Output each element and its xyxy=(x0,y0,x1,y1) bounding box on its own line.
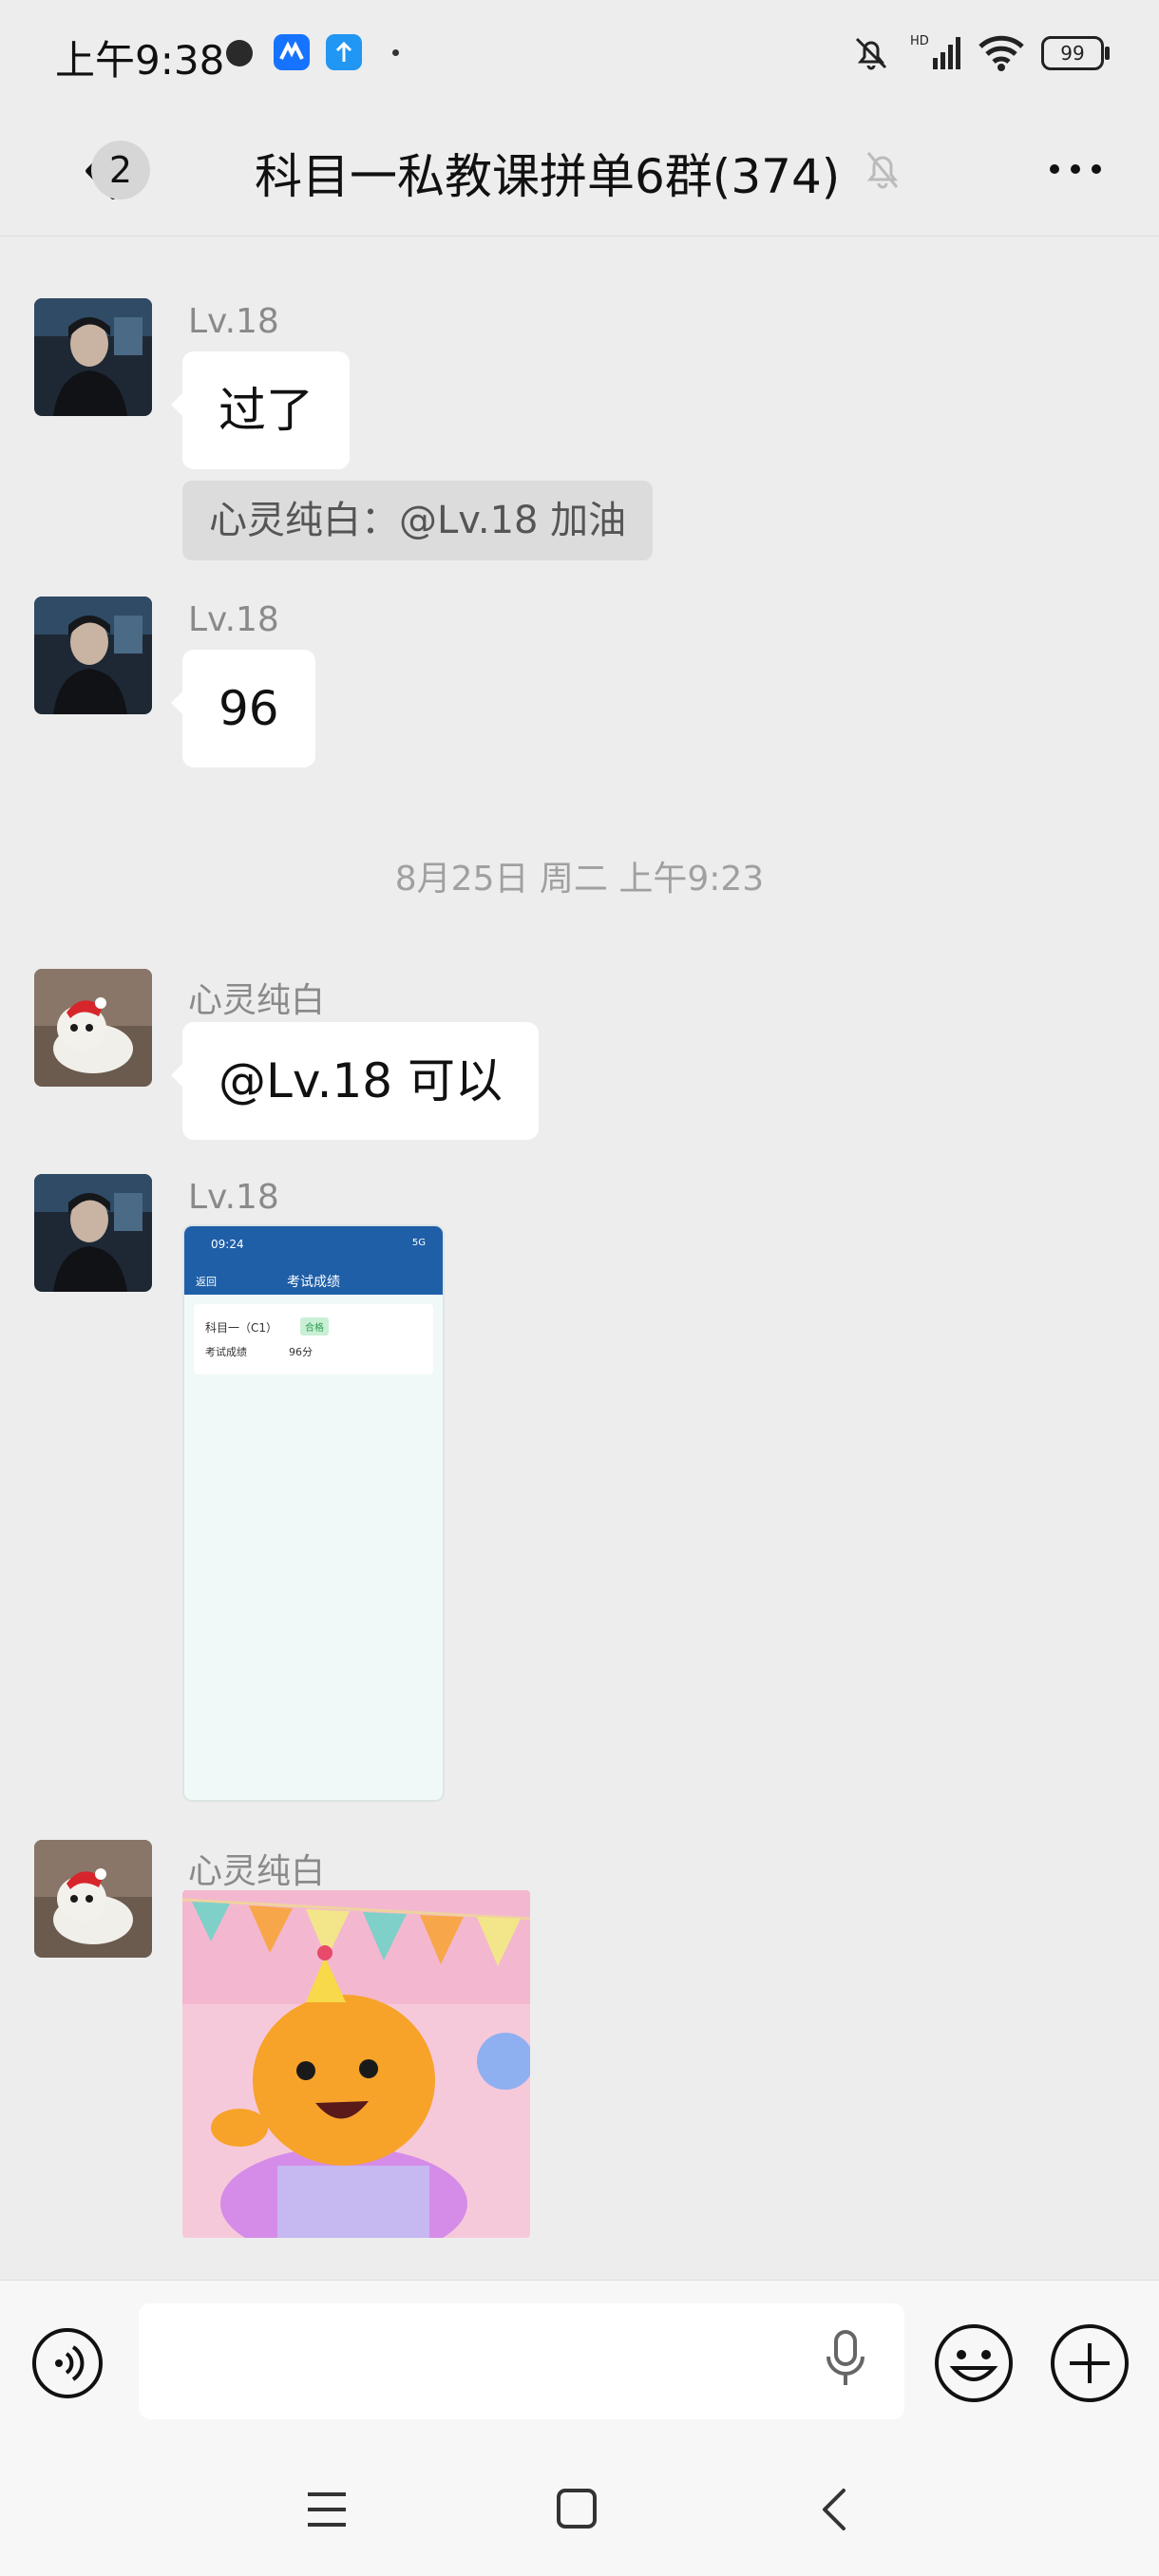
emoji-button[interactable] xyxy=(933,2322,1015,2404)
screenshot-pass-badge: 合格 xyxy=(300,1317,329,1335)
screenshot-score-value: 96分 xyxy=(289,1346,313,1358)
sender-name: Lv.18 xyxy=(188,600,279,639)
muted-bell-icon xyxy=(866,152,899,189)
voice-mode-button[interactable] xyxy=(30,2326,104,2400)
avatar-lv18[interactable] xyxy=(34,597,152,714)
screenshot-signal: 5G xyxy=(411,1238,426,1248)
cellular-signal-icon: HD xyxy=(910,34,960,69)
chat-title: 科目一私教课拼单6群(374) xyxy=(255,149,841,204)
nav-back-icon[interactable] xyxy=(815,2487,853,2532)
input-bar xyxy=(0,2280,1159,2444)
microphone-icon[interactable] xyxy=(825,2328,866,2389)
mute-status-icon xyxy=(855,37,887,70)
sender-name: Lv.18 xyxy=(188,1178,279,1217)
screenshot-score-card: 科目一（C1） 合格 考试成绩 96分 xyxy=(194,1304,433,1374)
quote-reply[interactable]: 心灵纯白：@Lv.18 加油 xyxy=(182,481,654,560)
message-bubble[interactable]: 过了 xyxy=(171,351,350,469)
party-sticker[interactable] xyxy=(182,1890,530,2238)
avatar-lv18[interactable] xyxy=(34,298,152,416)
status-bar: 上午9:38 HD 99 xyxy=(0,0,1159,106)
sender-name: 心灵纯白 xyxy=(188,981,326,1020)
image-message-exam-score[interactable]: 09:24 5G 返回 考试成绩 科目一（C1） 合格 考试成绩 96分 xyxy=(182,1224,445,1802)
sender-name: 心灵纯白 xyxy=(188,1852,326,1891)
avatar-xinlingchunbai[interactable] xyxy=(34,1840,152,1958)
message-bubble[interactable]: @Lv.18 可以 xyxy=(171,1022,539,1140)
upload-notification-icon xyxy=(326,34,362,70)
message-bubble[interactable]: 96 xyxy=(171,650,315,767)
screenshot-time: 09:24 xyxy=(211,1238,244,1251)
more-actions-plus-button[interactable] xyxy=(1049,2322,1130,2404)
screenshot-subject: 科目一（C1） xyxy=(205,1321,278,1335)
wifi-icon xyxy=(978,35,1024,71)
time-divider: 8月25日 周二 上午9:23 xyxy=(394,860,765,899)
menu-icon[interactable] xyxy=(306,2489,348,2530)
more-options-button[interactable] xyxy=(1049,161,1102,177)
system-navigation-bar xyxy=(0,2443,1159,2576)
message-input[interactable] xyxy=(139,2303,904,2419)
avatar-lv18[interactable] xyxy=(34,1174,152,1292)
sender-name: Lv.18 xyxy=(188,302,279,341)
svg-text:HD: HD xyxy=(910,34,929,48)
status-time: 上午9:38 xyxy=(55,37,225,84)
app-notification-icon xyxy=(274,34,310,70)
home-icon[interactable] xyxy=(555,2487,598,2530)
battery-icon: 99 xyxy=(1041,36,1110,70)
unread-count-badge[interactable]: 2 xyxy=(91,141,150,199)
screenshot-title: 考试成绩 xyxy=(287,1275,340,1290)
more-notifications-icon xyxy=(392,49,399,56)
screenshot-score-label: 考试成绩 xyxy=(205,1346,247,1358)
avatar-xinlingchunbai[interactable] xyxy=(34,969,152,1087)
notification-dot-icon xyxy=(226,40,253,66)
screenshot-header: 09:24 5G 返回 考试成绩 xyxy=(184,1226,443,1295)
